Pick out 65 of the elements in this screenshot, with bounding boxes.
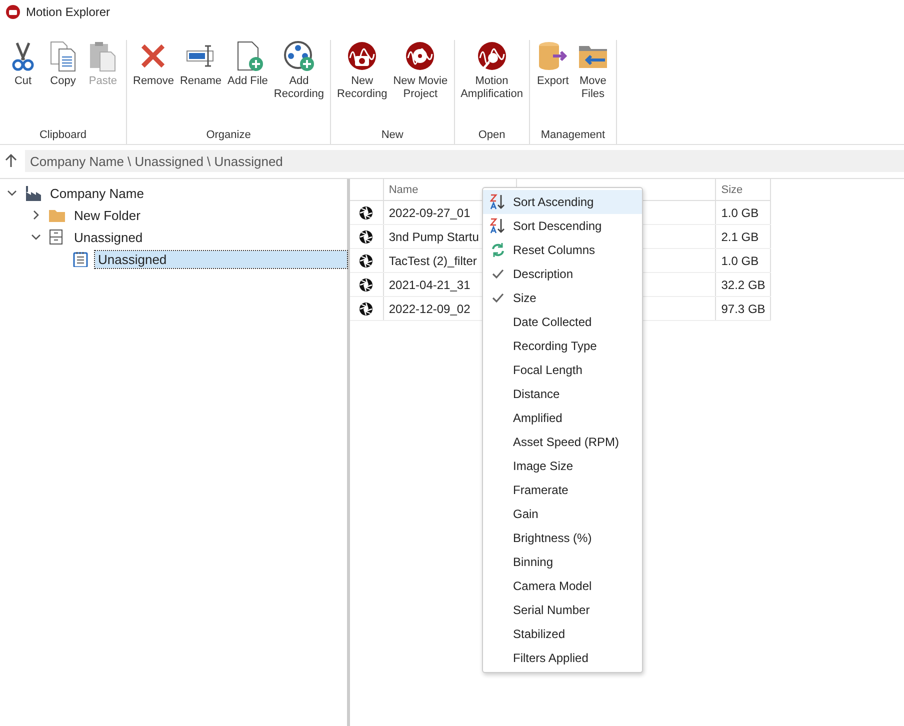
ribbon-button[interactable]: Rename (178, 40, 224, 88)
sort-ascending-icon (490, 194, 506, 210)
film-reel-icon (282, 40, 315, 72)
ribbon-button[interactable]: Add Recording (272, 40, 326, 101)
group-label: Management (540, 129, 606, 143)
group-label: New (380, 129, 404, 143)
factory-icon (25, 185, 41, 201)
menu-item[interactable]: Camera Model (483, 574, 642, 598)
table-cell: 97.3 GB (716, 297, 771, 320)
aperture-icon (359, 206, 374, 220)
menu-item[interactable]: Asset Speed (RPM) (483, 430, 642, 454)
tree-item[interactable]: New Folder (71, 206, 144, 224)
aperture-icon (359, 278, 374, 292)
table-cell: 1.0 GB (716, 249, 771, 272)
menu-item[interactable]: Gain (483, 502, 642, 526)
aperture-icon (359, 230, 374, 244)
table-cell: 32.2 GB (716, 273, 771, 296)
menu-item[interactable]: Framerate (483, 478, 642, 502)
up-arrow-icon[interactable] (5, 154, 17, 168)
aperture-icon (359, 302, 374, 316)
tree-item[interactable]: Unassigned (71, 228, 146, 246)
menu-item[interactable]: Brightness (%) (483, 526, 642, 550)
ribbon-button[interactable]: Add File (226, 40, 270, 88)
app-logo-icon (6, 5, 20, 19)
export-icon (536, 40, 569, 72)
menu-item[interactable]: Amplified (483, 406, 642, 430)
menu-item[interactable]: Filters Applied (483, 646, 642, 670)
film-reel-icon (404, 40, 436, 72)
table-cell: 2.1 GB (716, 225, 771, 248)
menu-item[interactable]: Image Size (483, 454, 642, 478)
table-cell: 1.0 GB (716, 201, 771, 224)
ribbon-button[interactable]: Remove (131, 40, 176, 88)
ribbon-button[interactable]: Export (534, 40, 572, 88)
ribbon-button[interactable]: Move Files (574, 40, 612, 101)
tree-item[interactable]: Company Name (47, 184, 147, 202)
group-label: Organize (205, 129, 252, 143)
expand-caret-icon[interactable] (31, 210, 41, 220)
magnifier-icon (476, 40, 508, 72)
ribbon-button[interactable]: Copy (44, 40, 82, 88)
cabinet-icon (49, 229, 65, 245)
menu-item[interactable]: Recording Type (483, 334, 642, 358)
group-label: Clipboard (38, 129, 88, 143)
menu-item[interactable]: Focal Length (483, 358, 642, 382)
aperture-icon (359, 254, 374, 268)
ribbon-button[interactable]: Cut (4, 40, 42, 88)
ribbon-button[interactable]: New Recording (335, 40, 390, 101)
sort-descending-icon (490, 218, 506, 234)
menu-item[interactable]: Stabilized (483, 622, 642, 646)
column-header[interactable]: Size (716, 179, 771, 200)
folder-icon (49, 207, 65, 223)
refresh-icon (490, 242, 506, 258)
collapse-caret-icon[interactable] (7, 188, 17, 198)
menu-item[interactable]: Distance (483, 382, 642, 406)
collapse-caret-icon[interactable] (31, 232, 41, 242)
tree-item[interactable]: Unassigned (95, 250, 347, 268)
group-label: Open (477, 129, 506, 143)
menu-item[interactable]: Sort Ascending (483, 190, 642, 214)
camera-icon (346, 40, 378, 72)
ribbon-button[interactable]: Motion Amplification (458, 40, 525, 101)
menu-item[interactable]: Serial Number (483, 598, 642, 622)
address-bar[interactable]: Company Name \ Unassigned \ Unassigned (25, 150, 904, 172)
menu-item[interactable]: Binning (483, 550, 642, 574)
window-title: Motion Explorer (26, 5, 110, 19)
notepad-icon (73, 251, 89, 267)
ribbon-button[interactable]: New Movie Project (391, 40, 450, 101)
